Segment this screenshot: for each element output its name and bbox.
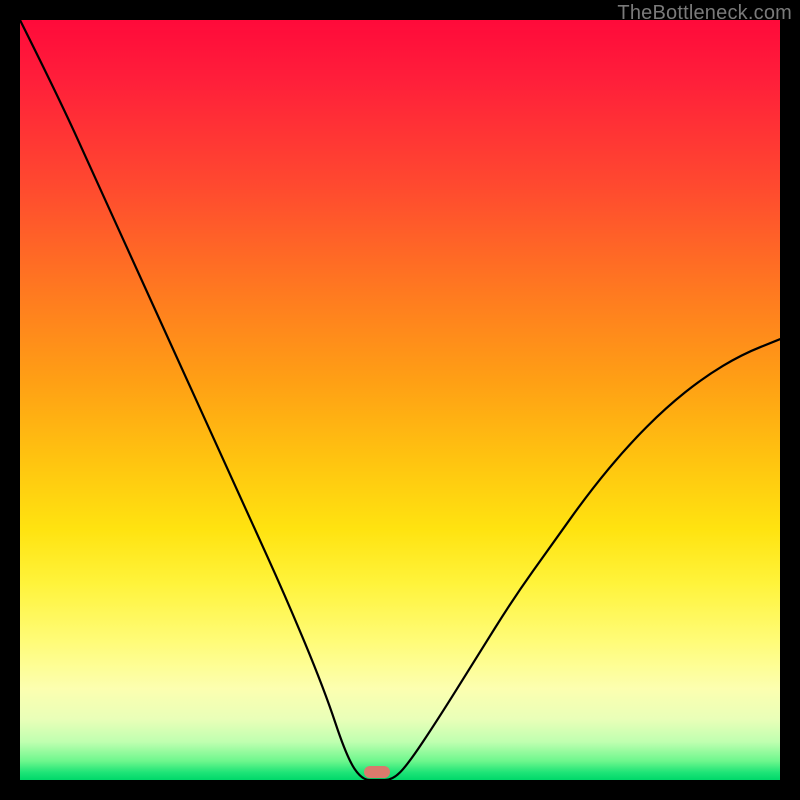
plot-area: [20, 20, 780, 780]
optimal-point-marker: [364, 766, 390, 778]
bottleneck-curve: [20, 20, 780, 780]
chart-frame: TheBottleneck.com: [0, 0, 800, 800]
curve-svg: [20, 20, 780, 780]
